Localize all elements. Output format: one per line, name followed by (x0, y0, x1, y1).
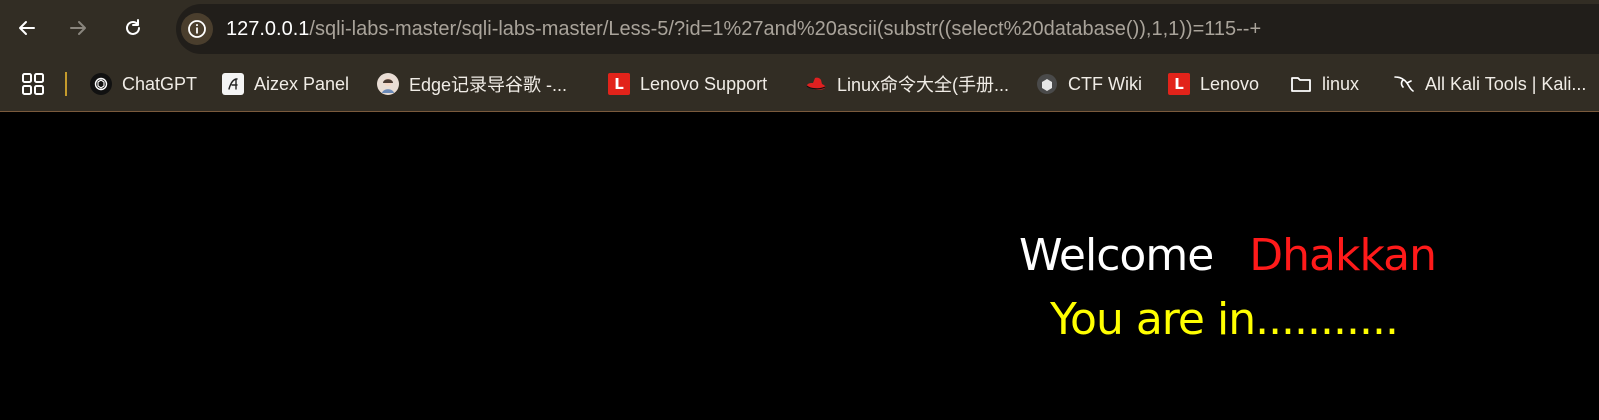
bookmark-chatgpt[interactable]: ChatGPT (90, 70, 197, 98)
bookmark-lenovo-support[interactable]: L Lenovo Support (608, 70, 767, 98)
bookmark-label: CTF Wiki (1068, 73, 1142, 94)
kali-icon (1393, 73, 1415, 95)
lenovo-icon: L (608, 73, 630, 95)
bookmark-label: linux (1322, 73, 1360, 94)
lenovo-icon: L (1168, 73, 1190, 95)
bookmark-label: Edge记录导谷歌 -... (409, 75, 568, 95)
redhat-icon (805, 73, 827, 95)
info-icon (188, 20, 206, 38)
reload-button[interactable] (117, 12, 149, 44)
bookmark-label: ChatGPT (122, 73, 198, 94)
bookmark-folder-linux[interactable]: linux (1290, 70, 1359, 98)
ctf-wiki-icon (1036, 73, 1058, 95)
arrow-right-icon (70, 21, 86, 35)
bookmark-label: Lenovo Support (640, 73, 768, 94)
bookmark-edge-history[interactable]: Edge记录导谷歌 -... (377, 70, 567, 98)
welcome-text: Welcome (1019, 230, 1214, 281)
url-text[interactable]: 127.0.0.1/sqli-labs-master/sqli-labs-mas… (226, 17, 1261, 41)
folder-icon (1290, 73, 1312, 95)
bookmark-linux-commands[interactable]: Linux命令大全(手册... (805, 70, 1009, 98)
bookmarks-separator (65, 72, 67, 96)
bookmark-label: Aizex Panel (254, 73, 350, 94)
url-path: /sqli-labs-master/sqli-labs-master/Less-… (309, 18, 1262, 40)
browser-toolbar: 127.0.0.1/sqli-labs-master/sqli-labs-mas… (0, 0, 1599, 56)
bookmark-label: All Kali Tools | Kali... (1425, 73, 1587, 94)
arrow-left-icon (19, 21, 35, 35)
bookmark-kali-tools[interactable]: All Kali Tools | Kali... (1393, 70, 1586, 98)
aizex-icon (222, 73, 244, 95)
site-info-button[interactable] (181, 13, 213, 45)
page-content: Welcome Dhakkan You are in........... (0, 112, 1599, 420)
bookmark-aizex-panel[interactable]: Aizex Panel (222, 70, 349, 98)
bookmark-label: Linux命令大全(手册... (837, 75, 1010, 95)
forward-button[interactable] (62, 12, 94, 44)
welcome-message: Welcome Dhakkan (1019, 230, 1437, 282)
bookmark-lenovo[interactable]: L Lenovo (1168, 70, 1259, 98)
status-message: You are in........... (1050, 294, 1399, 345)
browser-chrome: 127.0.0.1/sqli-labs-master/sqli-labs-mas… (0, 0, 1599, 112)
apps-grid-icon[interactable] (22, 73, 44, 95)
bookmarks-bar: ChatGPT Aizex Panel Edge记录导谷歌 -... L Len… (0, 56, 1599, 112)
reload-icon (126, 19, 140, 35)
bookmark-label: Lenovo (1200, 73, 1260, 94)
username-text: Dhakkan (1249, 230, 1437, 281)
back-button[interactable] (11, 12, 43, 44)
url-host: 127.0.0.1 (226, 18, 310, 40)
chatgpt-icon (90, 73, 112, 95)
bookmark-ctf-wiki[interactable]: CTF Wiki (1036, 70, 1142, 98)
avatar-icon (377, 73, 399, 95)
address-bar[interactable]: 127.0.0.1/sqli-labs-master/sqli-labs-mas… (176, 4, 1599, 54)
